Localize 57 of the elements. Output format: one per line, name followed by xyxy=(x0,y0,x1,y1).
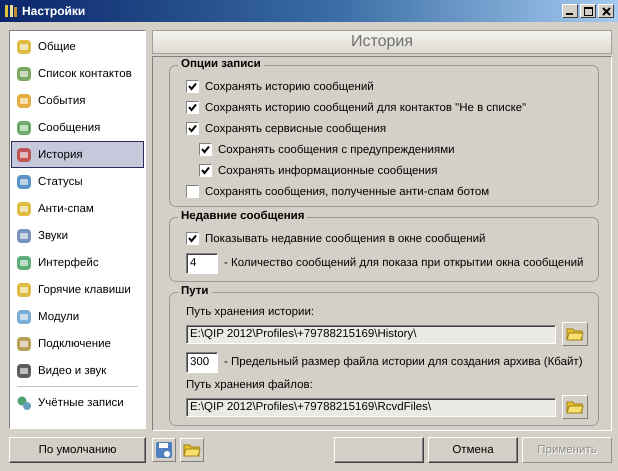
sidebar-item[interactable]: Список контактов xyxy=(11,60,144,87)
checkbox-label: Сохранять сервисные сообщения xyxy=(205,122,386,134)
checkbox[interactable] xyxy=(186,80,199,93)
minimize-button[interactable] xyxy=(562,4,578,18)
close-icon xyxy=(602,6,610,16)
path-field[interactable]: E:\QIP 2012\Profiles\+79788215169\History\ xyxy=(186,324,556,344)
sidebar-item[interactable]: Интерфейс xyxy=(11,249,144,276)
page-title: История xyxy=(152,30,612,54)
sidebar-item[interactable]: Общие xyxy=(11,33,144,60)
group-title: Недавние сообщения xyxy=(178,210,308,222)
sidebar-item[interactable]: Статусы xyxy=(11,168,144,195)
group-title: Опции записи xyxy=(178,58,264,70)
sidebar-item[interactable]: Звуки xyxy=(11,222,144,249)
sidebar-item[interactable]: Модули xyxy=(11,303,144,330)
sidebar-item[interactable]: История xyxy=(11,141,144,168)
checkbox[interactable] xyxy=(186,232,199,245)
checkbox[interactable] xyxy=(199,143,212,156)
checkbox-label: Сохранять сообщения с предупреждениями xyxy=(218,144,455,156)
checkbox[interactable] xyxy=(186,185,199,198)
sidebar-item[interactable]: Подключение xyxy=(11,330,144,357)
sidebar-item[interactable]: Сообщения xyxy=(11,114,144,141)
folder-icon xyxy=(183,443,201,457)
open-folder-button[interactable] xyxy=(180,438,204,462)
window-title: Настройки xyxy=(22,4,86,18)
default-button[interactable]: По умолчанию xyxy=(9,437,146,463)
sidebar-item[interactable]: Учётные записи xyxy=(11,389,144,416)
browse-button[interactable] xyxy=(562,395,588,419)
sidebar-item[interactable]: Видео и звук xyxy=(11,357,144,384)
folder-icon xyxy=(566,327,584,341)
checkbox[interactable] xyxy=(199,164,212,177)
dialog-button[interactable] xyxy=(334,437,424,463)
checkbox[interactable] xyxy=(186,101,199,114)
save-profile-button[interactable] xyxy=(152,438,176,462)
field-label: Путь хранения истории: xyxy=(186,306,316,318)
checkbox-label: Сохранять информационные сообщения xyxy=(218,164,438,176)
folder-icon xyxy=(566,400,584,414)
sidebar-item[interactable]: События xyxy=(11,87,144,114)
sidebar-item[interactable]: Анти-спам xyxy=(11,195,144,222)
path-field[interactable]: E:\QIP 2012\Profiles\+79788215169\RcvdFiles\ xyxy=(186,398,556,416)
close-button[interactable] xyxy=(598,4,614,18)
maximize-icon xyxy=(584,6,592,16)
group-title: Пути xyxy=(178,285,212,297)
number-field[interactable]: 4 xyxy=(186,252,218,274)
sidebar-item[interactable]: Горячие клавиши xyxy=(11,276,144,303)
checkbox[interactable] xyxy=(186,122,199,135)
checkbox-label: Показывать недавние сообщения в окне сообщений xyxy=(205,232,486,244)
browse-button[interactable] xyxy=(562,322,588,346)
field-label: - Предельный размер файла истории для создания архива (Кбайт) xyxy=(224,356,583,368)
checkbox-label: Сохранять историю сообщений для контактов "Не в списке" xyxy=(205,102,526,114)
checkbox-label: Сохранять историю сообщений xyxy=(205,80,374,92)
dialog-button[interactable]: Отмена xyxy=(428,437,518,463)
maximize-button[interactable] xyxy=(580,4,596,18)
field-label: Путь хранения файлов: xyxy=(186,379,314,391)
app-icon xyxy=(4,3,18,19)
number-field[interactable]: 300 xyxy=(186,352,218,372)
field-label: - Количество сообщений для показа при открытии окна сообщений xyxy=(224,257,584,269)
checkbox-label: Сохранять сообщения, полученные анти-спам ботом xyxy=(205,186,490,198)
